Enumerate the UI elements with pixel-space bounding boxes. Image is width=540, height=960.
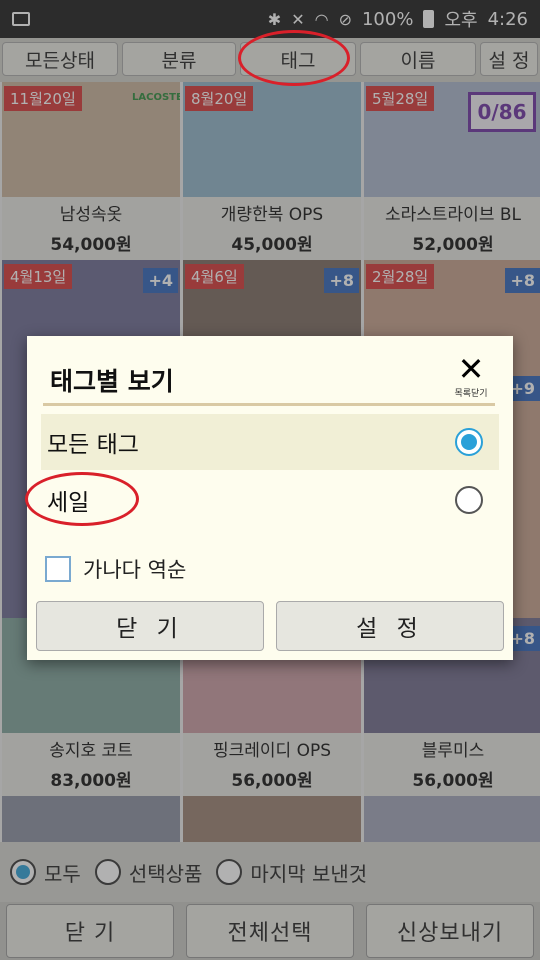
dialog-title: 태그별 보기 xyxy=(50,367,174,396)
divider xyxy=(43,403,495,406)
dialog-apply-button[interactable]: 설 정 xyxy=(276,601,504,651)
close-icon[interactable]: ✕ xyxy=(451,353,491,385)
tag-option-all[interactable]: 모든 태그 xyxy=(41,414,499,470)
close-label: 목록닫기 xyxy=(454,389,488,399)
option-label: 모든 태그 xyxy=(47,432,139,458)
annotation-circle-sale xyxy=(25,472,139,526)
dialog-close[interactable]: ✕ 목록닫기 xyxy=(451,353,491,399)
reverse-order-checkbox-row[interactable]: 가나다 역순 xyxy=(45,554,186,584)
dialog-close-button[interactable]: 닫 기 xyxy=(36,601,264,651)
radio-button[interactable] xyxy=(455,486,483,514)
annotation-circle-tag-tab xyxy=(238,30,350,86)
radio-button[interactable] xyxy=(455,428,483,456)
checkbox-label: 가나다 역순 xyxy=(83,558,187,582)
checkbox[interactable] xyxy=(45,556,71,582)
